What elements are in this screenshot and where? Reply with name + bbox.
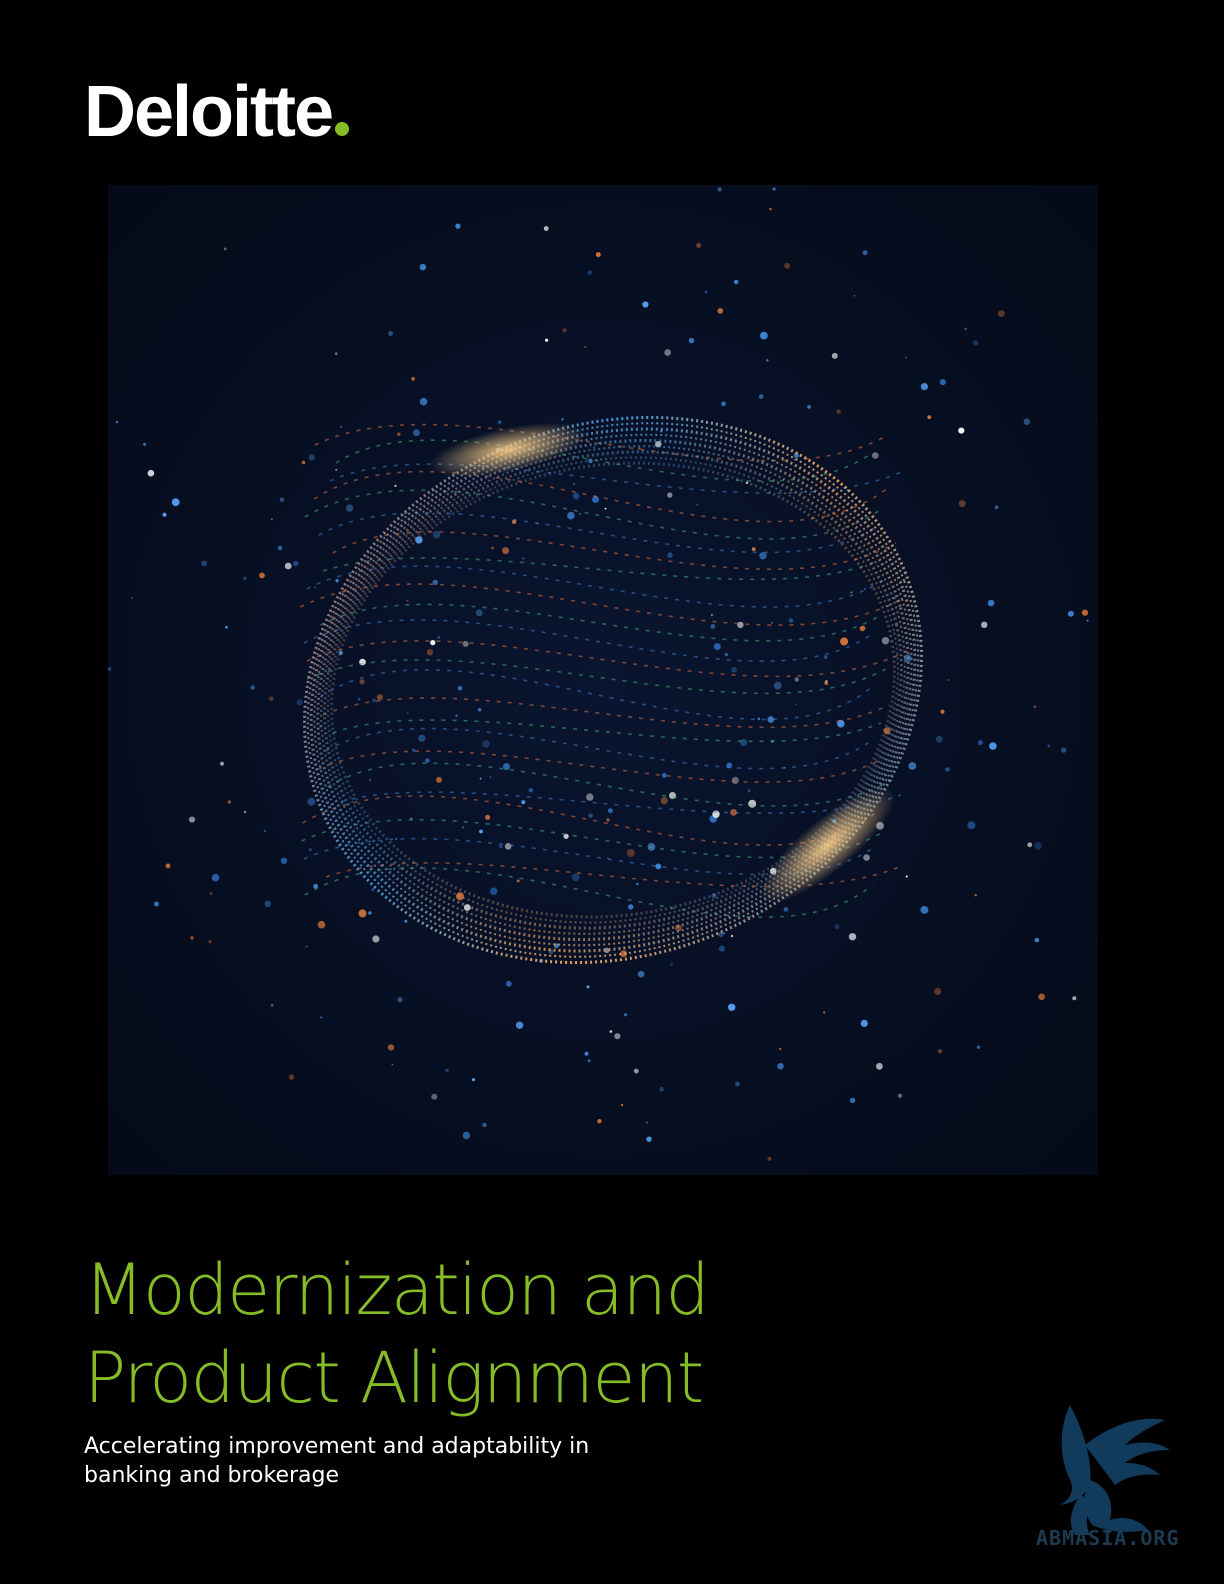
page-title: Modernization and Product Alignment <box>84 1246 884 1422</box>
subtitle-line-1: Accelerating improvement and adaptabilit… <box>84 1434 590 1459</box>
logo-wordmark: Deloitte <box>84 72 334 152</box>
logo-green-dot-icon <box>335 122 350 136</box>
cover-illustration <box>108 185 1098 1175</box>
subtitle-line-2: banking and brokerage <box>84 1463 340 1488</box>
subtitle: Accelerating improvement and adaptabilit… <box>84 1432 644 1490</box>
title-line-1: Modernization and <box>84 1249 710 1331</box>
deloitte-logo: Deloitte <box>84 72 350 152</box>
title-line-2: Product Alignment <box>84 1337 704 1419</box>
particle-ring-icon <box>108 185 1098 1175</box>
watermark-text: ABMASIA.ORG <box>1036 1526 1180 1550</box>
